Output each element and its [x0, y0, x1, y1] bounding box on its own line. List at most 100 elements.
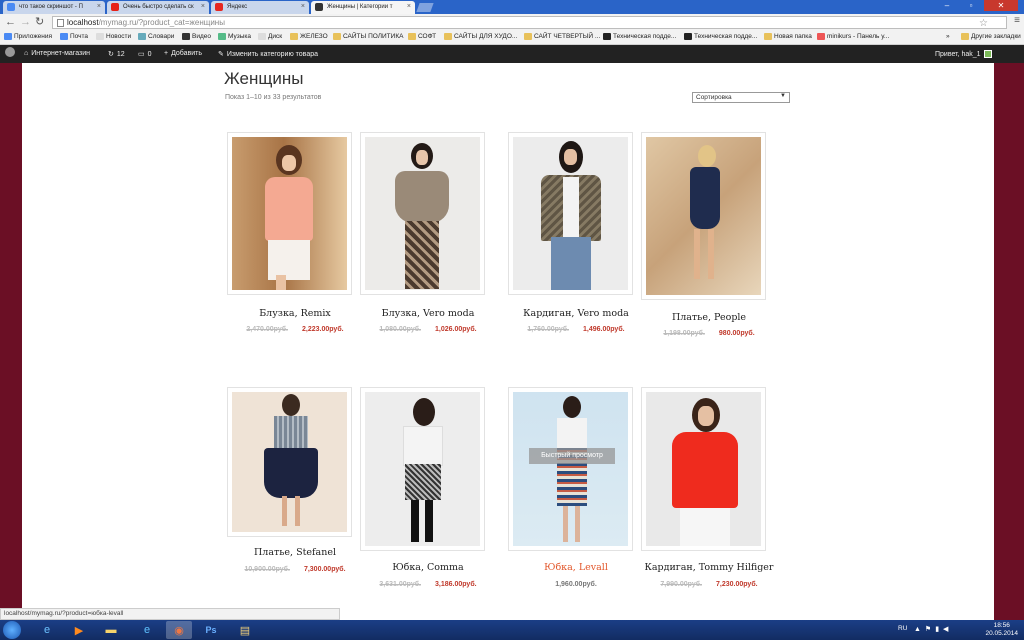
bookmark-folder-politics[interactable]: САЙТЫ ПОЛИТИКА [333, 33, 403, 40]
product-image-frame[interactable] [360, 387, 485, 551]
bookmark-disk[interactable]: Диск [258, 33, 282, 40]
tab-4-active[interactable]: Женщины | Категории т × [311, 1, 415, 14]
bookmark-folder-art[interactable]: САЙТЫ ДЛЯ ХУДО... [444, 33, 517, 40]
product-image[interactable] [365, 392, 480, 546]
close-icon[interactable]: × [301, 3, 305, 10]
bookmark-other[interactable]: Другие закладки [961, 33, 1021, 40]
ie-alt-icon[interactable]: e [134, 621, 160, 639]
video-icon [182, 33, 190, 40]
product-name[interactable]: Юбка, Comma [360, 562, 496, 573]
wp-logo[interactable] [5, 47, 15, 57]
chrome-icon[interactable]: ◉ [166, 621, 192, 639]
tray-icons[interactable]: ▲⚑▮◀ [914, 625, 952, 633]
media-player-icon[interactable]: ▶ [66, 621, 92, 639]
sale-price: 1,496.00руб. [583, 326, 625, 333]
new-tab-button[interactable] [416, 3, 434, 12]
bookmark-folder-fourth[interactable]: САЙТ ЧЕТВЕРТЫЙ ... [524, 33, 600, 40]
wp-add-new[interactable]: + Добавить [164, 50, 202, 57]
bookmark-folder-hardware[interactable]: ЖЕЛЕЗО [290, 33, 328, 40]
bookmark-folder-soft[interactable]: СОФТ [408, 33, 436, 40]
tab-2[interactable]: Очень быстро сделать ск × [107, 1, 209, 14]
sale-price: 7,300.00руб. [303, 566, 346, 573]
sort-select[interactable]: Сортировка ▼ [692, 92, 790, 103]
wp-add-label: Добавить [171, 50, 203, 57]
bookmarks-overflow[interactable]: » [946, 33, 950, 40]
yandex-icon [215, 3, 223, 11]
menu-icon[interactable]: ≡ [1014, 15, 1020, 26]
product-image[interactable] [646, 137, 761, 295]
bookmark-mail[interactable]: Почта [60, 33, 88, 40]
close-icon[interactable]: × [97, 3, 101, 10]
taskbar: e ▶ ▬ e ◉ Ps ▤ RU ▲⚑▮◀ 18:56 20.05.2014 [0, 620, 1024, 640]
clock[interactable]: 18:56 20.05.2014 [985, 622, 1018, 638]
product-image[interactable] [232, 392, 347, 532]
product-name[interactable]: Платье, People [641, 312, 777, 323]
back-button[interactable]: ← [5, 16, 16, 28]
bookmark-support-2[interactable]: Техническая подде... [684, 33, 757, 40]
product-image[interactable] [646, 392, 761, 546]
page-background-left [0, 63, 22, 620]
bookmark-music[interactable]: Музыка [218, 33, 251, 40]
window-close-button[interactable]: ✕ [984, 0, 1018, 11]
clock-date: 20.05.2014 [985, 630, 1018, 637]
wp-account[interactable]: Привет, hak_1 [935, 50, 992, 58]
language-indicator[interactable]: RU [898, 625, 907, 632]
github-icon [684, 33, 692, 40]
product-name[interactable]: Юбка, Levall [508, 562, 644, 573]
product-image[interactable]: Быстрый просмотр [513, 392, 628, 546]
maximize-button[interactable]: ▫ [960, 0, 982, 11]
photoshop-icon[interactable]: Ps [198, 621, 224, 639]
bookmark-video[interactable]: Видео [182, 33, 211, 40]
google-icon [7, 3, 15, 11]
refresh-icon: ↻ [108, 51, 114, 58]
product-image-frame[interactable] [360, 132, 485, 295]
product-image-frame[interactable] [641, 387, 766, 551]
old-price: 2,470.00руб. [246, 326, 288, 333]
product-name[interactable]: Кардиган, Tommy Hilfiger [641, 562, 777, 573]
bookmark-label: minikurs - Панель у... [827, 33, 890, 40]
forward-button[interactable]: → [20, 16, 31, 28]
url-host: localhost [67, 18, 99, 27]
page-icon [258, 33, 266, 40]
bookmark-minikurs[interactable]: minikurs - Панель у... [817, 33, 889, 40]
tab-1[interactable]: что такое скриншот - П × [3, 1, 105, 14]
wp-comments[interactable]: ▭ 0 [138, 50, 152, 59]
tab-3[interactable]: Яндекс × [211, 1, 309, 14]
bookmark-star-icon[interactable]: ☆ [979, 18, 988, 29]
minimize-button[interactable]: – [936, 0, 958, 11]
product-image[interactable] [513, 137, 628, 290]
close-icon[interactable]: × [407, 3, 411, 10]
url-input[interactable]: localhost/mymag.ru/?product_cat=женщины … [52, 16, 1007, 29]
bookmark-news[interactable]: Новости [96, 33, 131, 40]
quick-view-button[interactable]: Быстрый просмотр [529, 448, 615, 464]
product-name[interactable]: Блузка, Vero moda [360, 308, 496, 319]
wp-updates[interactable]: ↻ 12 [108, 50, 125, 59]
wp-site-link[interactable]: ⌂ Интернет-магазин [24, 50, 90, 57]
product-image-frame[interactable] [227, 132, 352, 295]
old-price: 7,990.00руб. [660, 581, 702, 588]
bookmark-folder-new[interactable]: Новая папка [764, 33, 812, 40]
product-name[interactable]: Платье, Stefanel [227, 547, 363, 558]
bookmark-support-1[interactable]: Техническая подде... [603, 33, 676, 40]
reload-button[interactable]: ↻ [35, 16, 44, 28]
bookmark-dictionary[interactable]: Словари [138, 33, 174, 40]
bookmark-apps[interactable]: Приложения [4, 33, 52, 40]
wp-edit-category[interactable]: ✎ Изменить категорию товара [218, 50, 318, 59]
close-icon[interactable]: × [201, 3, 205, 10]
product-image[interactable] [365, 137, 480, 290]
product-image-frame[interactable] [227, 387, 352, 537]
explorer-icon[interactable]: ▬ [98, 621, 124, 639]
music-icon [218, 33, 226, 40]
start-button[interactable] [3, 621, 21, 639]
folder-icon[interactable]: ▤ [232, 621, 258, 639]
home-icon: ⌂ [24, 50, 29, 57]
product-price: 1,198.00руб. 980.00руб. [641, 330, 777, 337]
product-name[interactable]: Кардиган, Vero moda [508, 308, 644, 319]
product-image-frame[interactable] [641, 132, 766, 300]
mail-icon [60, 33, 68, 40]
product-image-frame[interactable] [508, 132, 633, 295]
ie-icon[interactable]: e [34, 621, 60, 639]
product-image-frame[interactable]: Быстрый просмотр [508, 387, 633, 551]
product-name[interactable]: Блузка, Remix [227, 308, 363, 319]
product-image[interactable] [232, 137, 347, 290]
